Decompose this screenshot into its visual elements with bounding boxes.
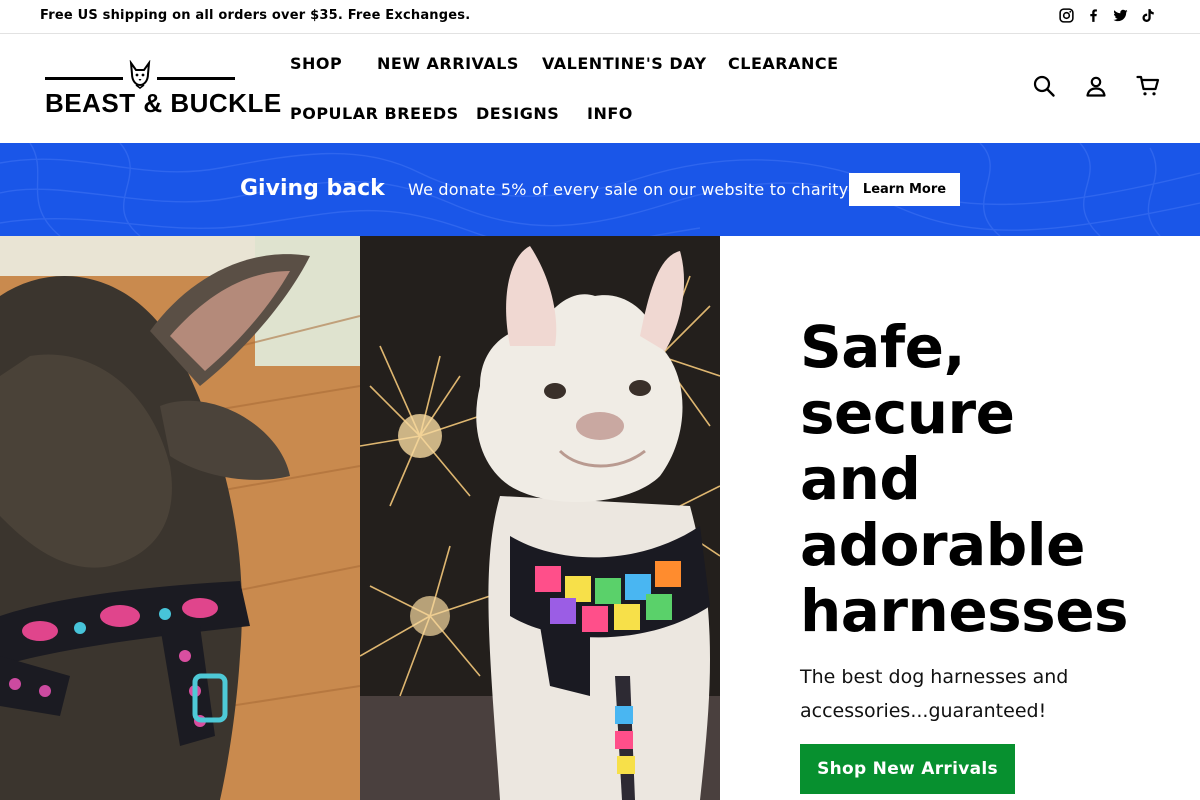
- account-icon[interactable]: [1084, 74, 1108, 98]
- headline-line: harnesses: [800, 577, 1129, 645]
- site-header: BEAST & BUCKLE SHOP NEW ARRIVALS VALENTI…: [0, 34, 1200, 143]
- instagram-icon[interactable]: [1058, 7, 1075, 24]
- social-links: [1058, 7, 1156, 24]
- nav-item-valentines-day[interactable]: VALENTINE'S DAY: [542, 54, 707, 73]
- hero-section: Safe, secure and adorable harnesses The …: [0, 236, 1200, 800]
- headline-line: adorable: [800, 511, 1085, 579]
- facebook-icon[interactable]: [1085, 7, 1102, 24]
- twitter-icon[interactable]: [1112, 7, 1129, 24]
- hero-photo-white-bulldog: [360, 236, 720, 800]
- headline-line: and: [800, 445, 921, 513]
- logo-rule-right: [157, 77, 235, 80]
- hero-subtext: The best dog harnesses and accessories..…: [800, 660, 1120, 728]
- headline-line: secure: [800, 379, 1015, 447]
- headline-line: Safe,: [800, 313, 966, 381]
- nav-item-designs[interactable]: DESIGNS: [476, 104, 559, 123]
- nav-item-new-arrivals[interactable]: NEW ARRIVALS: [377, 54, 519, 73]
- giving-back-title: Giving back: [240, 176, 385, 201]
- announcement-text: Free US shipping on all orders over $35.…: [40, 8, 471, 23]
- header-actions: [1032, 74, 1160, 98]
- giving-back-text: We donate 5% of every sale on our websit…: [408, 180, 849, 199]
- logo-text: BEAST & BUCKLE: [45, 88, 282, 118]
- nav-item-info[interactable]: INFO: [587, 104, 633, 123]
- shop-new-arrivals-button[interactable]: Shop New Arrivals: [800, 744, 1015, 794]
- hero-headline: Safe, secure and adorable harnesses: [800, 314, 1190, 644]
- main-nav: SHOP NEW ARRIVALS VALENTINE'S DAY CLEARA…: [290, 34, 930, 143]
- subtext-line: The best dog harnesses and: [800, 666, 1069, 688]
- cart-icon[interactable]: [1136, 74, 1160, 98]
- nav-item-clearance[interactable]: CLEARANCE: [728, 54, 839, 73]
- nav-item-shop[interactable]: SHOP: [290, 54, 342, 73]
- subtext-line: accessories...guaranteed!: [800, 700, 1047, 722]
- giving-back-banner: Giving back We donate 5% of every sale o…: [0, 143, 1200, 236]
- logo-rule-left: [45, 77, 123, 80]
- hero-photo-brindle-bulldog: [0, 236, 360, 800]
- search-icon[interactable]: [1032, 74, 1056, 98]
- nav-item-popular-breeds[interactable]: POPULAR BREEDS: [290, 104, 459, 123]
- tiktok-icon[interactable]: [1139, 7, 1156, 24]
- announcement-bar: Free US shipping on all orders over $35.…: [0, 0, 1200, 34]
- learn-more-button[interactable]: Learn More: [849, 173, 960, 206]
- site-logo[interactable]: BEAST & BUCKLE: [45, 60, 282, 120]
- dog-logo-icon: [129, 60, 151, 89]
